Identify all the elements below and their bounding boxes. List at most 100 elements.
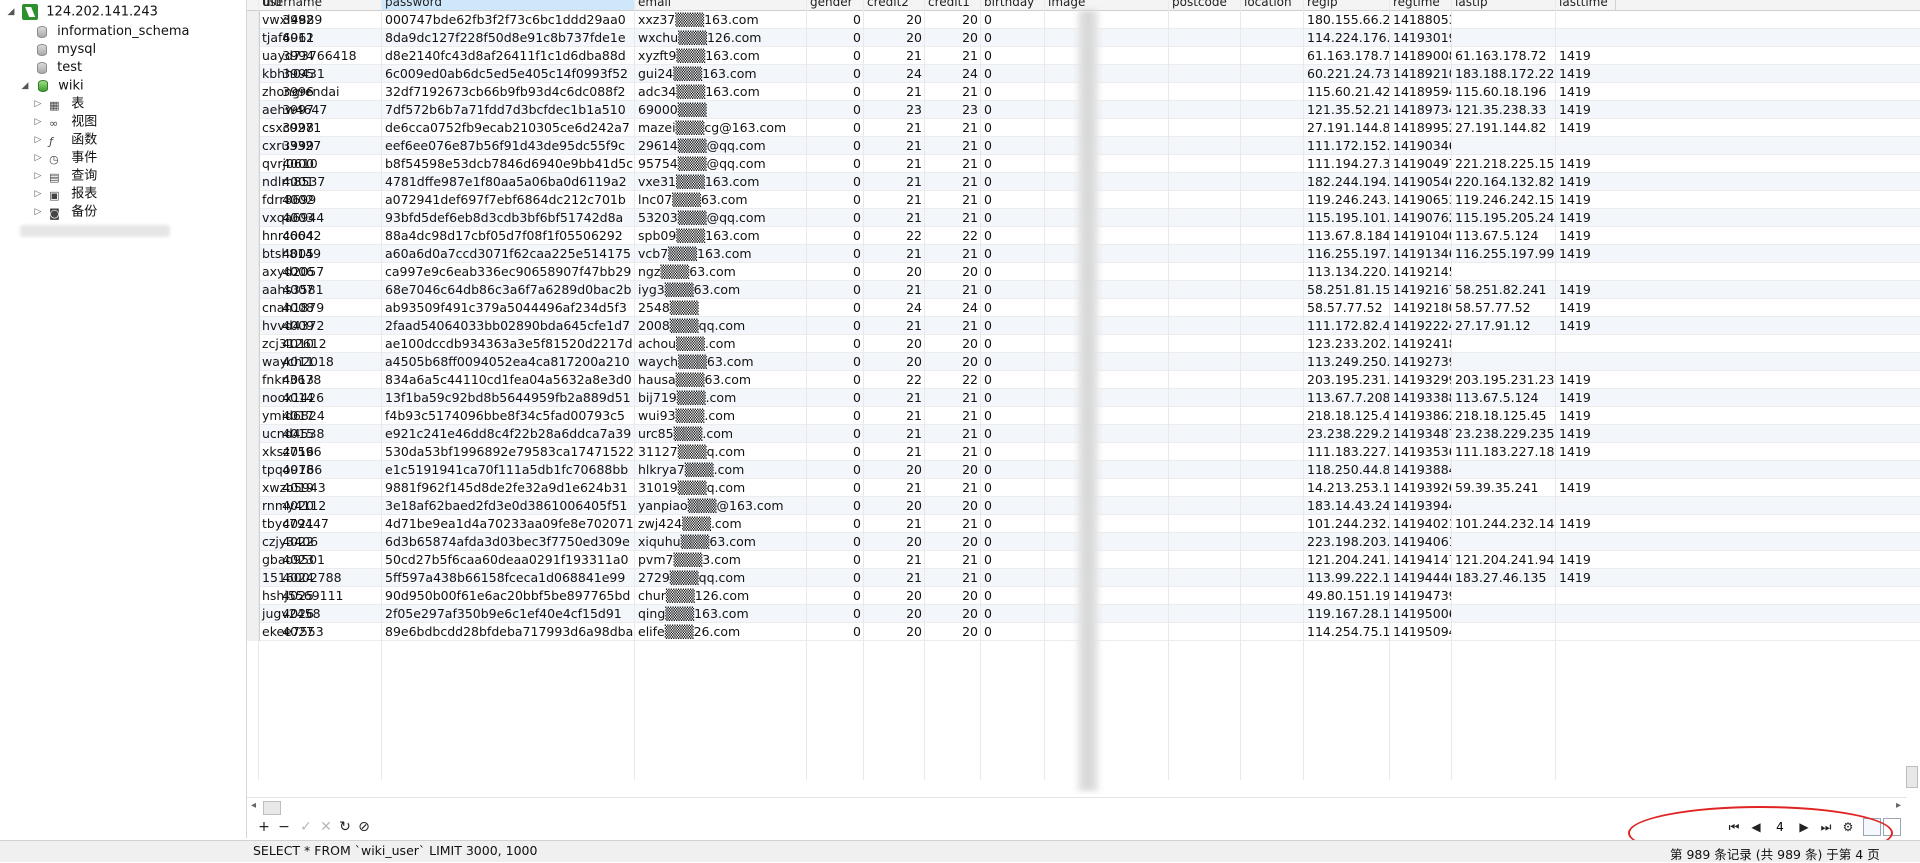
cell-birthday[interactable]: 0 — [981, 191, 1045, 209]
expand-arrow-icon[interactable]: ▷ — [33, 95, 43, 113]
cell-gender[interactable]: 0 — [807, 101, 864, 119]
cell-lastip[interactable]: 221.218.225.156 — [1452, 155, 1556, 173]
cell-location[interactable] — [1241, 299, 1304, 317]
cell-gender[interactable]: 0 — [807, 119, 864, 137]
cell-location[interactable] — [1241, 245, 1304, 263]
cell-email[interactable]: wxchu▒▒▒126.com — [635, 29, 807, 47]
cell-username[interactable]: zhongrendai — [259, 83, 382, 101]
cell-credit1[interactable]: 20 — [925, 497, 981, 515]
cell-credit1[interactable]: 23 — [925, 101, 981, 119]
cell-username[interactable]: ymid6824 — [259, 407, 382, 425]
cell-gender[interactable]: 0 — [807, 443, 864, 461]
cell-credit1[interactable]: 21 — [925, 407, 981, 425]
cell-location[interactable] — [1241, 173, 1304, 191]
cell-regip[interactable]: 111.172.152.1 — [1304, 137, 1390, 155]
cell-gender[interactable]: 0 — [807, 533, 864, 551]
cell-credit2[interactable]: 20 — [864, 353, 925, 371]
cell-credit1[interactable]: 21 — [925, 515, 981, 533]
cell-regip[interactable]: 113.67.8.184 — [1304, 227, 1390, 245]
cell-postcode[interactable] — [1169, 443, 1241, 461]
cell-postcode[interactable] — [1169, 623, 1241, 641]
cell-location[interactable] — [1241, 425, 1304, 443]
cell-location[interactable] — [1241, 479, 1304, 497]
cell-credit2[interactable]: 20 — [864, 587, 925, 605]
cell-lastip[interactable]: 59.39.35.241 — [1452, 479, 1556, 497]
cell-lastip[interactable]: 115.60.18.196 — [1452, 83, 1556, 101]
cell-postcode[interactable] — [1169, 209, 1241, 227]
cell-username[interactable]: cnah1879 — [259, 299, 382, 317]
cell-image[interactable] — [1045, 29, 1169, 47]
cell-password[interactable]: 3e18af62baed2fd3e0d3861006405f51 — [382, 497, 635, 515]
cell-lastip[interactable]: 203.195.231.237 — [1452, 371, 1556, 389]
cell-lasttime[interactable]: 1419 — [1556, 407, 1616, 425]
cell-lasttime[interactable]: 1419 — [1556, 191, 1616, 209]
cell-credit2[interactable]: 24 — [864, 65, 925, 83]
cell-password[interactable]: 2f05e297af350b9e6c1ef40e4cf15d91 — [382, 605, 635, 623]
cell-lasttime[interactable] — [1556, 461, 1616, 479]
cell-regip[interactable]: 223.198.203.7 — [1304, 533, 1390, 551]
cell-lasttime[interactable]: 1419 — [1556, 443, 1616, 461]
cell-regtime[interactable]: 1419134682 — [1390, 245, 1452, 263]
cell-postcode[interactable] — [1169, 371, 1241, 389]
cell-postcode[interactable] — [1169, 353, 1241, 371]
cell-regip[interactable]: 113.249.250.5 — [1304, 353, 1390, 371]
cell-password[interactable]: 4781dffe987e1f80aa5a06ba0d6119a2 — [382, 173, 635, 191]
cell-regtime[interactable]: 1418900841 — [1390, 47, 1452, 65]
cell-gender[interactable]: 0 — [807, 569, 864, 587]
cell-birthday[interactable]: 0 — [981, 317, 1045, 335]
cell-username[interactable]: aehw4647 — [259, 101, 382, 119]
cell-birthday[interactable]: 0 — [981, 335, 1045, 353]
cell-password[interactable]: e921c241e46dd8c4f22b28a6ddca7a39 — [382, 425, 635, 443]
cell-lasttime[interactable] — [1556, 137, 1616, 155]
cell-gender[interactable]: 0 — [807, 551, 864, 569]
cell-credit1[interactable]: 21 — [925, 479, 981, 497]
cell-image[interactable] — [1045, 353, 1169, 371]
cell-birthday[interactable]: 0 — [981, 209, 1045, 227]
cell-lasttime[interactable] — [1556, 335, 1616, 353]
cell-gender[interactable]: 0 — [807, 515, 864, 533]
cell-email[interactable]: xyzft9▒▒▒163.com — [635, 47, 807, 65]
cell-regip[interactable]: 183.14.43.248 — [1304, 497, 1390, 515]
cell-birthday[interactable]: 0 — [981, 551, 1045, 569]
cell-gender[interactable]: 0 — [807, 479, 864, 497]
cell-regtime[interactable]: 1418921068 — [1390, 65, 1452, 83]
cell-lastip[interactable]: 119.246.242.15 — [1452, 191, 1556, 209]
cell-email[interactable]: vxe31▒▒▒163.com — [635, 173, 807, 191]
cell-lastip[interactable] — [1452, 497, 1556, 515]
cell-password[interactable]: 7df572b6b7a71fdd7d3bcfdec1b1a510 — [382, 101, 635, 119]
cell-regip[interactable]: 49.80.151.197 — [1304, 587, 1390, 605]
cell-password[interactable]: 6c009ed0ab6dc5ed5e405c14f0993f52 — [382, 65, 635, 83]
cell-postcode[interactable] — [1169, 605, 1241, 623]
cell-postcode[interactable] — [1169, 515, 1241, 533]
cell-birthday[interactable]: 0 — [981, 425, 1045, 443]
cell-gender[interactable]: 0 — [807, 587, 864, 605]
cell-gender[interactable]: 0 — [807, 623, 864, 641]
cell-email[interactable]: xiquhu▒▒▒63.com — [635, 533, 807, 551]
cell-username[interactable]: ndlm8537 — [259, 173, 382, 191]
cell-postcode[interactable] — [1169, 461, 1241, 479]
cell-location[interactable] — [1241, 461, 1304, 479]
tree-item-reports[interactable]: ▷ ▣ 报表 — [33, 185, 98, 203]
column-header-image[interactable]: image — [1045, 0, 1169, 10]
refresh-button[interactable]: ↻ — [336, 818, 354, 836]
expand-arrow-icon[interactable]: ▷ — [33, 131, 43, 149]
cell-credit2[interactable]: 20 — [864, 263, 925, 281]
cell-lasttime[interactable]: 1419 — [1556, 551, 1616, 569]
cell-credit1[interactable]: 21 — [925, 443, 981, 461]
cell-image[interactable] — [1045, 497, 1169, 515]
cell-postcode[interactable] — [1169, 191, 1241, 209]
cell-credit1[interactable]: 20 — [925, 587, 981, 605]
cell-image[interactable] — [1045, 425, 1169, 443]
cell-credit1[interactable]: 20 — [925, 29, 981, 47]
cell-credit2[interactable]: 21 — [864, 119, 925, 137]
cell-lasttime[interactable]: 1419 — [1556, 83, 1616, 101]
cell-image[interactable] — [1045, 533, 1169, 551]
cell-birthday[interactable]: 0 — [981, 371, 1045, 389]
tree-connection[interactable]: ◢ 124.202.141.243 — [6, 3, 158, 21]
cell-location[interactable] — [1241, 443, 1304, 461]
cell-postcode[interactable] — [1169, 65, 1241, 83]
cell-regtime[interactable]: 1419065370 — [1390, 191, 1452, 209]
cell-lasttime[interactable]: 1419 — [1556, 317, 1616, 335]
cell-regip[interactable]: 114.254.75.17 — [1304, 623, 1390, 641]
cell-postcode[interactable] — [1169, 317, 1241, 335]
